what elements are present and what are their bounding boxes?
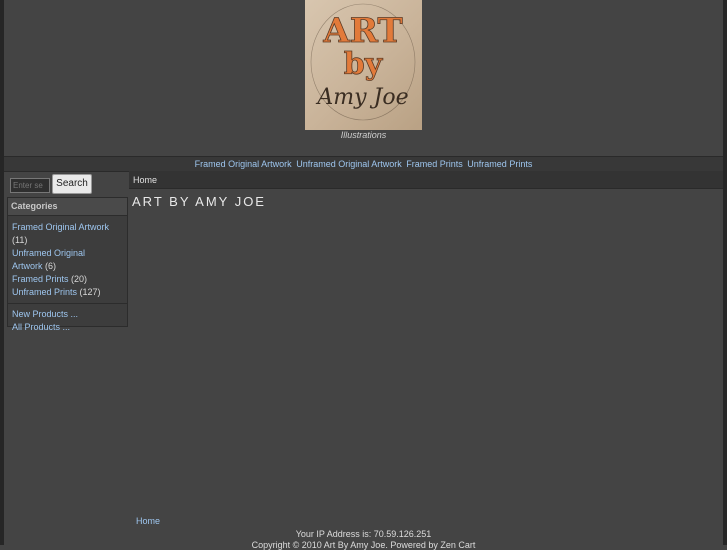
site-logo[interactable]: ART by Amy Joe: [305, 0, 422, 130]
search-button[interactable]: Search: [52, 174, 92, 194]
category-link-framed-original[interactable]: Framed Original Artwork: [12, 222, 109, 232]
logo-artwork: ART by Amy Joe: [310, 3, 416, 121]
category-item: Framed Prints (20): [12, 273, 125, 286]
page-title: ART BY AMY JOE: [132, 194, 266, 209]
category-item: Framed Original Artwork (11): [12, 221, 125, 247]
site-tagline: Illustrations: [340, 130, 387, 140]
topnav-unframed-prints[interactable]: Unframed Prints: [467, 159, 532, 169]
topnav-framed-prints[interactable]: Framed Prints: [406, 159, 463, 169]
svg-text:Amy Joe: Amy Joe: [315, 85, 408, 110]
footer-home-link[interactable]: Home: [136, 516, 160, 526]
breadcrumb-home[interactable]: Home: [133, 175, 157, 185]
category-item: New Products ...: [12, 308, 125, 321]
copyright: Copyright © 2010 Art By Amy Joe. Powered…: [251, 540, 476, 550]
category-link-framed-prints[interactable]: Framed Prints: [12, 274, 69, 284]
topnav-framed-original[interactable]: Framed Original Artwork: [195, 159, 292, 169]
svg-text:by: by: [344, 47, 384, 82]
all-products-link[interactable]: All Products ...: [12, 322, 70, 332]
top-category-nav: Framed Original Artwork Unframed Origina…: [4, 156, 723, 172]
categories-sidebox: Categories Framed Original Artwork (11) …: [7, 197, 128, 332]
category-item: Unframed Prints (127): [12, 286, 125, 299]
category-divider: [8, 303, 127, 304]
categories-heading: Categories: [8, 198, 127, 216]
svg-text:ART: ART: [322, 11, 402, 51]
right-frame: [723, 0, 727, 545]
breadcrumb: Home: [129, 171, 723, 189]
ip-address: Your IP Address is: 70.59.126.251: [295, 529, 432, 539]
category-label-line2: Artwork: [12, 261, 43, 271]
topnav-unframed-original[interactable]: Unframed Original Artwork: [296, 159, 402, 169]
category-count: (127): [79, 287, 101, 297]
new-products-link[interactable]: New Products ...: [12, 309, 78, 319]
category-count: (20): [71, 274, 88, 284]
category-count: (6): [45, 261, 57, 271]
left-frame: [0, 0, 4, 545]
categories-list: Framed Original Artwork (11) Unframed Or…: [8, 216, 127, 334]
category-item: Unframed Original Artwork (6): [12, 247, 125, 273]
category-item: All Products ...: [12, 321, 125, 334]
category-count: (11): [12, 235, 28, 245]
category-link-unframed-prints[interactable]: Unframed Prints: [12, 287, 77, 297]
search-input[interactable]: [10, 178, 50, 193]
category-label-line1: Unframed Original: [12, 248, 86, 258]
